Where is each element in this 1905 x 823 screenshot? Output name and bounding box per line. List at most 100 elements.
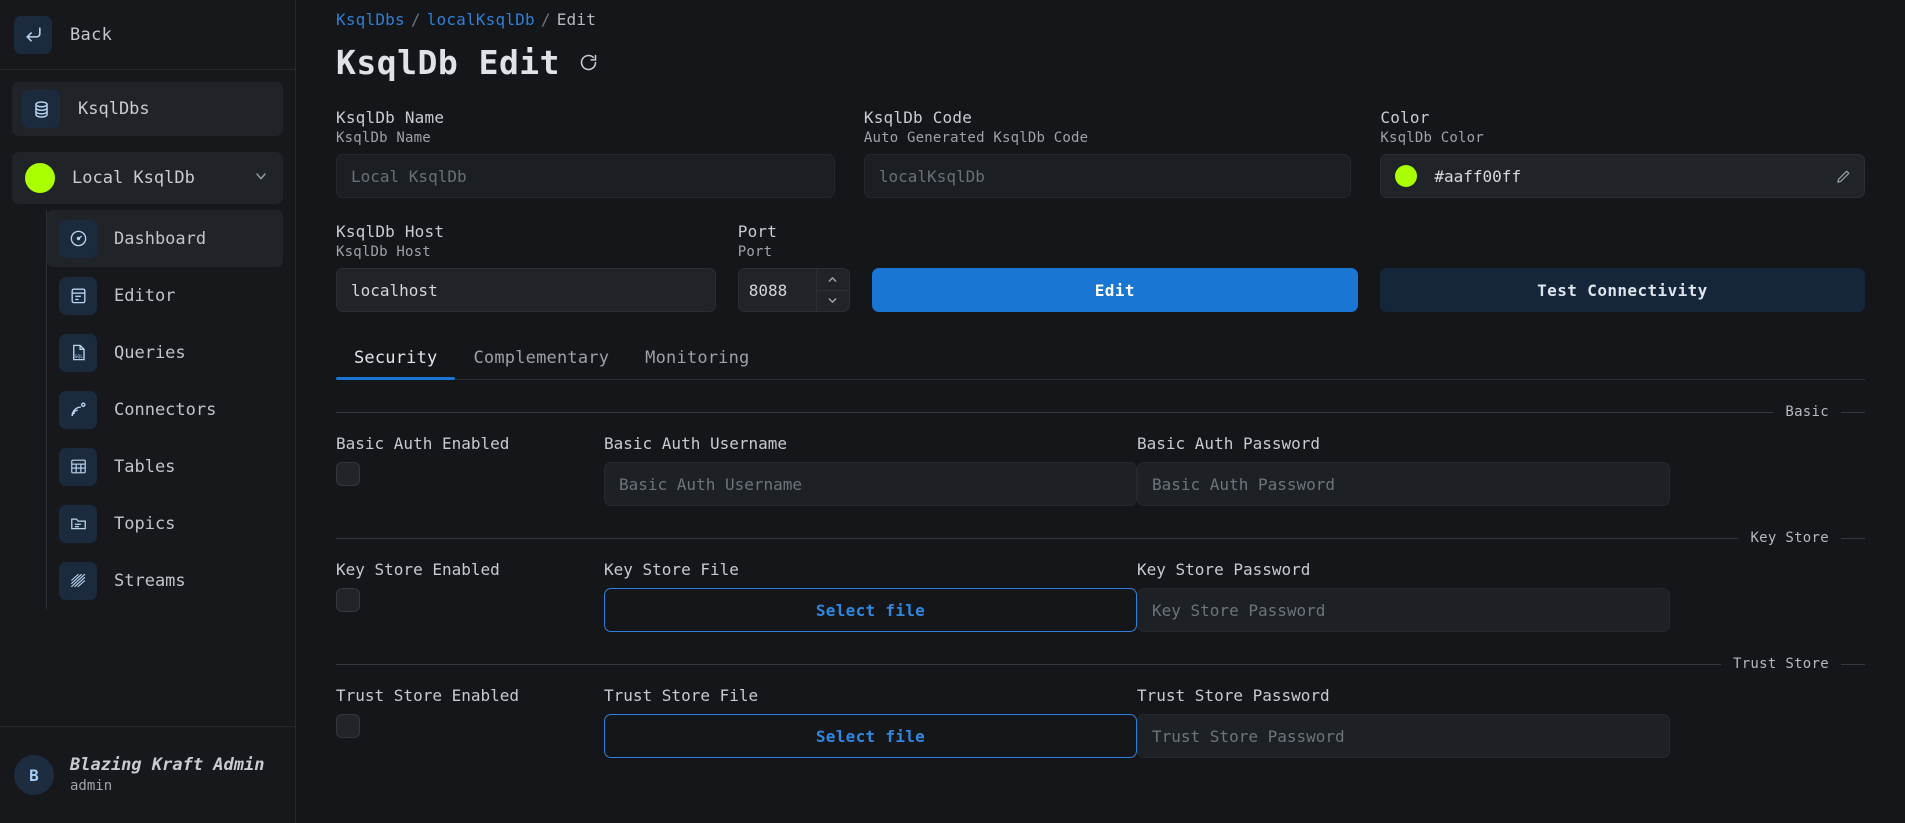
port-input[interactable]: 8088 bbox=[737, 268, 816, 312]
test-connectivity-button[interactable]: Test Connectivity bbox=[1379, 268, 1865, 312]
chevron-down-icon[interactable] bbox=[817, 291, 849, 312]
trust-store-select-file-button[interactable]: Select file bbox=[604, 714, 1137, 758]
basic-auth-username-field: Basic Auth Username Basic Auth Username bbox=[604, 434, 1137, 506]
refresh-icon[interactable] bbox=[578, 52, 599, 73]
ksqldb-color-input[interactable]: #aaff00ff bbox=[1380, 154, 1865, 198]
key-store-file-field: Key Store File Select file bbox=[604, 560, 1137, 632]
tab-monitoring[interactable]: Monitoring bbox=[627, 348, 767, 379]
chevron-down-icon[interactable] bbox=[253, 168, 269, 188]
sidebar-item-dashboard[interactable]: Dashboard bbox=[47, 210, 283, 267]
trust-store-file-field: Trust Store File Select file bbox=[604, 686, 1137, 758]
cluster-selector[interactable]: Local KsqlDb bbox=[12, 152, 283, 204]
ksqldb-code-input[interactable]: localKsqlDb bbox=[863, 154, 1352, 198]
sidebar-item-topics[interactable]: Topics bbox=[47, 495, 283, 552]
key-store-password-input[interactable]: Key Store Password bbox=[1137, 588, 1670, 632]
key-store-password-label: Key Store Password bbox=[1137, 560, 1311, 579]
port-sublabel: Port bbox=[737, 244, 773, 260]
sidebar-item-streams[interactable]: Streams bbox=[47, 552, 283, 609]
trust-store-password-input[interactable]: Trust Store Password bbox=[1137, 714, 1670, 758]
svg-text:SQL: SQL bbox=[74, 354, 83, 360]
sidebar-item-tables-label: Tables bbox=[114, 456, 176, 477]
sidebar-item-streams-label: Streams bbox=[114, 570, 186, 591]
color-value: #aaff00ff bbox=[1434, 166, 1522, 186]
sidebar-item-ksqldbs-label: KsqlDbs bbox=[78, 99, 150, 119]
basic-auth-username-input[interactable]: Basic Auth Username bbox=[604, 462, 1137, 506]
edit-button[interactable]: Edit bbox=[871, 268, 1358, 312]
ksqldb-color-sublabel: KsqlDb Color bbox=[1380, 130, 1484, 146]
key-store-enabled-field: Key Store Enabled bbox=[336, 560, 604, 612]
breadcrumb-root[interactable]: KsqlDbs bbox=[336, 10, 405, 29]
breadcrumb-mid[interactable]: localKsqlDb bbox=[427, 10, 535, 29]
legend-line-left bbox=[336, 537, 1739, 539]
sidebar-item-ksqldbs[interactable]: KsqlDbs bbox=[12, 82, 283, 136]
breadcrumb-current: Edit bbox=[556, 10, 597, 29]
basic-auth-enabled-field: Basic Auth Enabled bbox=[336, 434, 604, 486]
breadcrumb-separator-1: / bbox=[410, 10, 421, 29]
gauge-icon bbox=[59, 219, 97, 258]
user-profile[interactable]: B Blazing Kraft Admin admin bbox=[0, 726, 295, 823]
key-store-enabled-checkbox[interactable] bbox=[336, 588, 360, 612]
section-legend-basic: Basic bbox=[336, 404, 1865, 420]
sidebar-item-editor[interactable]: Editor bbox=[47, 267, 283, 324]
chevron-up-icon[interactable] bbox=[816, 269, 849, 291]
tab-security[interactable]: Security bbox=[336, 348, 456, 380]
port-spinner bbox=[815, 268, 850, 312]
table-icon bbox=[59, 447, 97, 486]
sidebar-item-topics-label: Topics bbox=[114, 513, 176, 534]
connector-icon bbox=[59, 390, 97, 429]
trust-store-file-label: Trust Store File bbox=[604, 686, 759, 705]
pencil-icon[interactable] bbox=[1835, 168, 1852, 185]
trust-store-password-field: Trust Store Password Trust Store Passwor… bbox=[1137, 686, 1670, 758]
sidebar-item-connectors[interactable]: Connectors bbox=[47, 381, 283, 438]
sidebar-item-connectors-label: Connectors bbox=[114, 399, 217, 420]
trust-store-enabled-checkbox[interactable] bbox=[336, 714, 360, 738]
basic-auth-password-input[interactable]: Basic Auth Password bbox=[1137, 462, 1670, 506]
sql-file-icon: SQL bbox=[59, 333, 97, 372]
host-port-actions-row: KsqlDb Host KsqlDb Host localhost Port P… bbox=[336, 222, 1865, 312]
page-title: KsqlDb Edit bbox=[336, 43, 561, 82]
breadcrumb: KsqlDbs / localKsqlDb / Edit bbox=[336, 0, 1865, 29]
legend-trust-store-label: Trust Store bbox=[1732, 656, 1829, 672]
ksqldb-name-label: KsqlDb Name bbox=[336, 108, 445, 127]
key-store-enabled-label: Key Store Enabled bbox=[336, 560, 500, 579]
folder-icon bbox=[59, 504, 97, 543]
field-ksqldb-code: KsqlDb Code Auto Generated KsqlDb Code l… bbox=[863, 108, 1352, 198]
ksqldb-host-label: KsqlDb Host bbox=[336, 222, 445, 241]
sidebar-item-queries-label: Queries bbox=[114, 342, 186, 363]
legend-line-right bbox=[1841, 537, 1865, 539]
sidebar-item-tables[interactable]: Tables bbox=[47, 438, 283, 495]
field-ksqldb-color: Color KsqlDb Color #aaff00ff bbox=[1380, 108, 1865, 198]
port-stepper: 8088 bbox=[737, 268, 850, 312]
cluster-name-label: Local KsqlDb bbox=[72, 168, 195, 188]
ksqldb-color-label: Color bbox=[1380, 108, 1430, 127]
port-label: Port bbox=[737, 222, 778, 241]
breadcrumb-separator-2: / bbox=[540, 10, 551, 29]
sidebar-item-queries[interactable]: SQL Queries bbox=[47, 324, 283, 381]
primary-fields-row: KsqlDb Name KsqlDb Name Local KsqlDb Ksq… bbox=[336, 108, 1865, 198]
ksqldb-host-input[interactable]: localhost bbox=[336, 268, 716, 312]
back-button[interactable]: Back bbox=[0, 0, 295, 70]
user-name: Blazing Kraft Admin bbox=[70, 755, 265, 776]
color-swatch bbox=[1395, 165, 1418, 187]
tab-complementary[interactable]: Complementary bbox=[455, 348, 627, 379]
back-label: Back bbox=[70, 24, 113, 45]
legend-line-left bbox=[336, 411, 1774, 413]
basic-section-row: Basic Auth Enabled Basic Auth Username B… bbox=[336, 434, 1865, 506]
cluster-color-dot bbox=[25, 163, 55, 193]
ksqldb-code-sublabel: Auto Generated KsqlDb Code bbox=[863, 130, 1089, 146]
legend-key-store-label: Key Store bbox=[1750, 530, 1829, 546]
sidebar-nav-top: KsqlDbs bbox=[0, 70, 295, 136]
ksqldb-code-label: KsqlDb Code bbox=[863, 108, 973, 127]
basic-auth-password-label: Basic Auth Password bbox=[1137, 434, 1321, 453]
legend-line-right bbox=[1841, 663, 1865, 665]
key-store-section-row: Key Store Enabled Key Store File Select … bbox=[336, 560, 1865, 632]
legend-basic-label: Basic bbox=[1785, 404, 1829, 420]
sidebar-nav-items: Dashboard Editor SQL Queries Connectors bbox=[46, 210, 295, 609]
key-store-select-file-button[interactable]: Select file bbox=[604, 588, 1137, 632]
section-legend-trust-store: Trust Store bbox=[336, 656, 1865, 672]
key-store-file-label: Key Store File bbox=[604, 560, 739, 579]
basic-auth-enabled-checkbox[interactable] bbox=[336, 462, 360, 486]
ksqldb-name-input[interactable]: Local KsqlDb bbox=[336, 154, 835, 198]
ksqldb-host-sublabel: KsqlDb Host bbox=[336, 244, 431, 260]
